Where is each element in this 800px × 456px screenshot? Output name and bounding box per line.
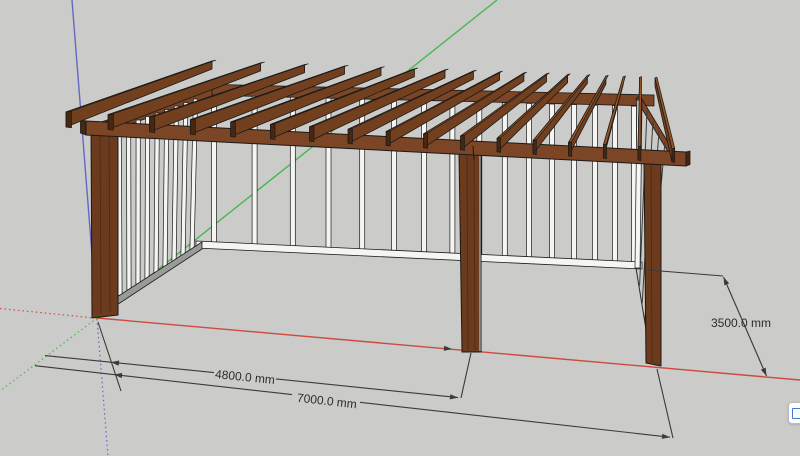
dimension-label-3500[interactable]: 3500.0 mm — [711, 316, 771, 330]
rafter-end-face[interactable] — [347, 128, 353, 145]
partial-popup-icon — [792, 407, 800, 419]
rafter-end-face[interactable] — [149, 116, 156, 133]
3d-viewport[interactable]: 4800.0 mm 7000.0 mm 3500.0 mm — [0, 0, 800, 456]
left-wall-stud[interactable] — [144, 116, 151, 279]
rafter-end-face[interactable] — [496, 137, 501, 153]
rafter-end-face[interactable] — [270, 123, 276, 140]
rafter-end-face[interactable] — [568, 141, 573, 157]
rafter-end-face[interactable] — [532, 139, 537, 155]
back-wall-stud[interactable] — [391, 99, 397, 252]
rafter-end-face[interactable] — [107, 113, 114, 131]
rafter-end-face[interactable] — [230, 121, 236, 138]
partial-ui-popup — [788, 402, 800, 424]
left-wall-stud[interactable] — [135, 119, 141, 285]
back-wall-stud[interactable] — [571, 104, 577, 261]
front-right-post[interactable] — [643, 160, 662, 367]
rafter-end-face[interactable] — [637, 145, 642, 161]
back-wall-stud[interactable] — [501, 102, 508, 257]
back-wall-stud[interactable] — [592, 104, 598, 262]
rafter-end-face[interactable] — [65, 111, 72, 129]
rafter-end-face[interactable] — [460, 135, 465, 151]
sketchup-viewport-stage: 4800.0 mm 7000.0 mm 3500.0 mm — [0, 0, 800, 456]
rafter-end-face[interactable] — [671, 148, 676, 163]
rafter-end-face[interactable] — [423, 132, 428, 149]
front-beam-right-end[interactable] — [685, 150, 691, 167]
front-beam-left-end[interactable] — [80, 119, 87, 136]
rafter-end-face[interactable] — [385, 130, 391, 147]
left-wall-stud[interactable] — [126, 123, 132, 291]
back-wall-stud[interactable] — [612, 105, 618, 263]
rafter-end-face[interactable] — [309, 125, 315, 143]
front-left-post[interactable] — [90, 119, 119, 319]
rafter-end-face[interactable] — [603, 143, 607, 159]
back-wall-stud[interactable] — [526, 102, 532, 259]
front-middle-post[interactable] — [458, 151, 482, 353]
rafter-end-face[interactable] — [190, 118, 196, 136]
